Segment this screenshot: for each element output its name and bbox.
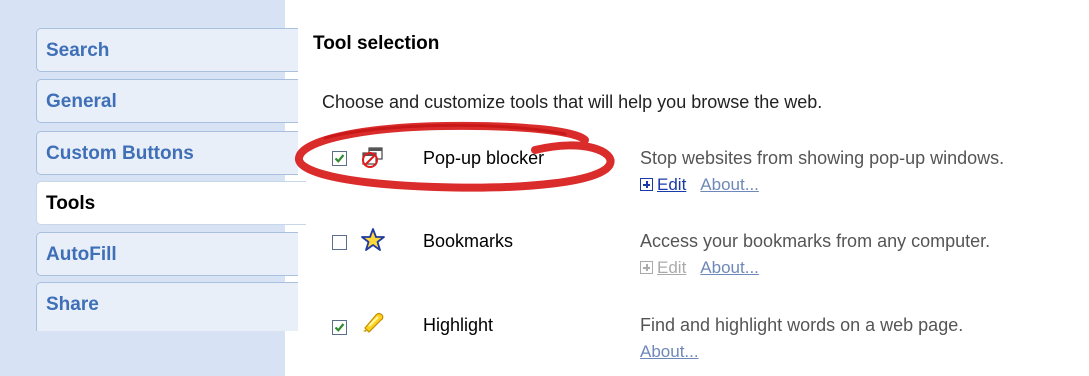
bookmarks-checkbox[interactable] <box>332 235 347 250</box>
tab-share[interactable]: Share <box>36 282 298 331</box>
highlighter-icon <box>360 310 386 336</box>
tool-description: Find and highlight words on a web page. <box>640 315 964 335</box>
plus-icon[interactable] <box>640 178 653 191</box>
tool-links: About... <box>640 342 699 362</box>
tab-tools[interactable]: Tools <box>36 181 306 225</box>
popup-blocker-icon <box>360 145 386 171</box>
tool-links: Edit About... <box>640 175 759 195</box>
tool-description: Access your bookmarks from any computer. <box>640 231 991 251</box>
tool-links: Edit About... <box>640 258 759 278</box>
edit-link[interactable]: Edit <box>657 175 686 194</box>
plus-icon <box>640 261 653 274</box>
highlight-checkbox[interactable] <box>332 320 347 335</box>
popup-blocker-checkbox[interactable] <box>332 151 347 166</box>
tool-description: Stop websites from showing pop-up window… <box>640 148 1005 168</box>
tool-name: Highlight <box>423 315 494 335</box>
about-link[interactable]: About... <box>700 175 759 194</box>
about-link[interactable]: About... <box>700 258 759 277</box>
checkmark-icon <box>334 154 345 163</box>
tool-name: Bookmarks <box>423 231 514 251</box>
tool-row-highlight: Highlight Find and highlight words on a … <box>0 0 1089 361</box>
edit-link-disabled: Edit <box>657 258 687 277</box>
checkmark-icon <box>334 323 345 332</box>
intro-text: Choose and customize tools that will hel… <box>322 92 823 112</box>
about-link[interactable]: About... <box>640 342 699 361</box>
tool-name: Pop-up blocker <box>423 148 545 168</box>
tab-autofill[interactable]: AutoFill <box>36 232 298 276</box>
tab-custom-buttons[interactable]: Custom Buttons <box>36 131 298 175</box>
star-icon <box>360 227 386 253</box>
tab-general[interactable]: General <box>36 79 298 123</box>
